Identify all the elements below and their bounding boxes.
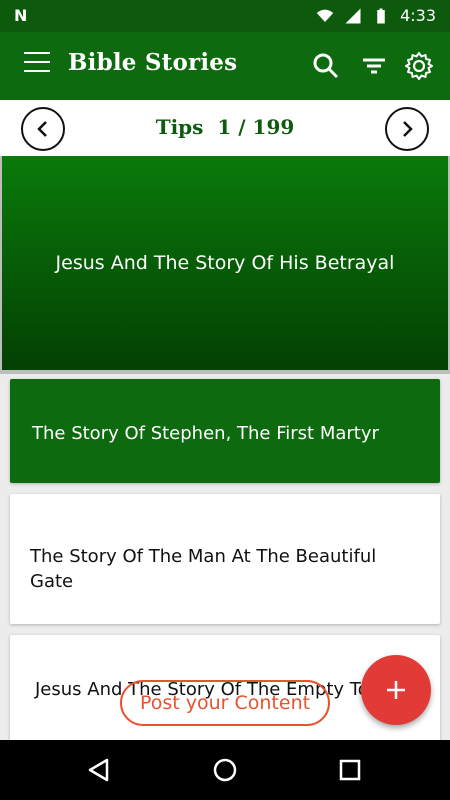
- tips-navigation-bar: Tips 1 / 199: [0, 100, 450, 156]
- post-content-label: Post your Content: [139, 692, 311, 714]
- status-time: 4:33: [400, 6, 436, 25]
- gear-icon: [405, 52, 433, 80]
- next-button[interactable]: [385, 107, 429, 151]
- battery-icon: [377, 8, 385, 23]
- back-icon[interactable]: [85, 756, 113, 784]
- menu-icon-line: [24, 61, 50, 63]
- menu-button[interactable]: [24, 52, 52, 80]
- notification-n-icon: N: [14, 6, 28, 25]
- tips-total: 199: [252, 115, 295, 139]
- chevron-right-icon: [403, 121, 413, 137]
- hero-title: Jesus And The Story Of His Betrayal: [55, 252, 395, 274]
- tips-counter: Tips 1 / 199: [0, 115, 450, 139]
- menu-icon-line: [24, 52, 50, 54]
- wifi-icon: [316, 9, 334, 22]
- story-card[interactable]: The Story Of The Man At The Beautiful Ga…: [10, 494, 440, 624]
- plus-icon: [387, 681, 405, 699]
- add-fab-button[interactable]: [361, 655, 431, 725]
- app-bar: Bible Stories: [0, 32, 450, 100]
- story-card[interactable]: The Story Of Stephen, The First Martyr: [10, 379, 440, 483]
- recents-icon[interactable]: [336, 756, 364, 784]
- status-bar: N 4:33: [0, 0, 450, 32]
- filter-button[interactable]: [358, 50, 390, 82]
- story-card-title: The Story Of Stephen, The First Martyr: [32, 423, 379, 444]
- hero-banner[interactable]: Jesus And The Story Of His Betrayal: [2, 156, 448, 370]
- filter-icon: [363, 58, 385, 74]
- system-navigation-bar: [0, 740, 450, 800]
- story-card-title: The Story Of The Man At The Beautiful Ga…: [30, 546, 377, 592]
- post-content-button[interactable]: Post your Content: [120, 680, 330, 726]
- search-icon: [313, 53, 339, 79]
- search-button[interactable]: [310, 50, 342, 82]
- home-icon[interactable]: [211, 756, 239, 784]
- settings-button[interactable]: [403, 50, 435, 82]
- tips-separator: /: [238, 115, 246, 139]
- status-icons: 4:33: [316, 6, 436, 25]
- app-title: Bible Stories: [68, 49, 238, 76]
- tips-label: Tips: [155, 115, 204, 139]
- menu-icon-line: [24, 70, 50, 72]
- signal-icon: [345, 8, 361, 23]
- tips-current: 1: [217, 115, 232, 139]
